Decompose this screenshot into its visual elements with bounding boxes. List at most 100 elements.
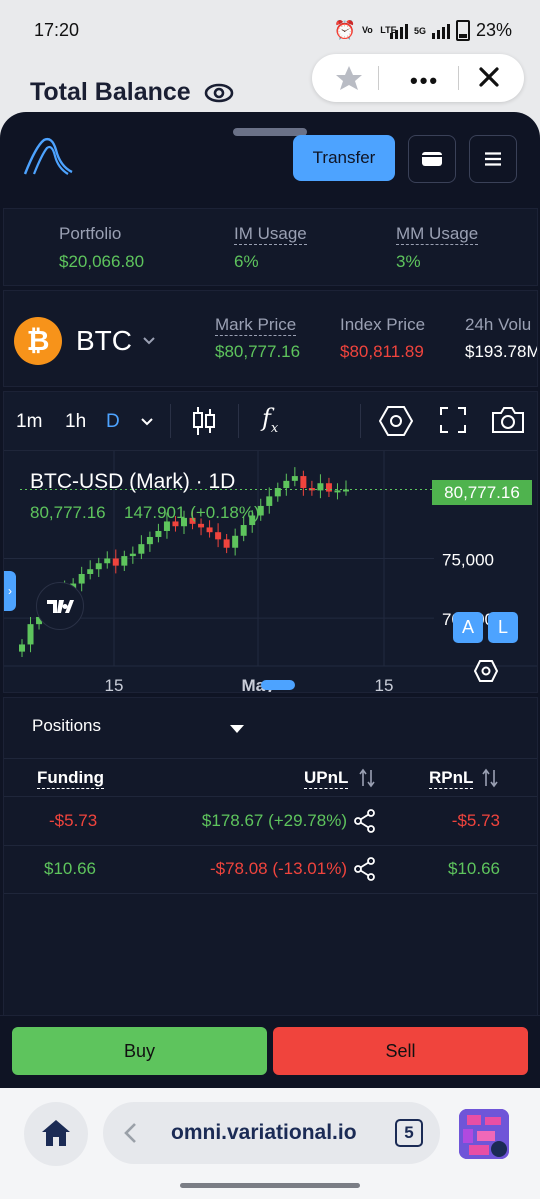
market-selector[interactable]: ₿ BTC (14, 317, 156, 365)
upnl-cell: -$78.08 (-13.01%) (209, 859, 347, 878)
sort-rpnl-icon[interactable] (482, 768, 498, 788)
sell-label: Sell (385, 1040, 416, 1061)
wallet-button[interactable] (408, 135, 456, 183)
status-bar: 17:20 ⏰ Vo LTE 5G 23% (0, 0, 540, 60)
battery-percent: 23% (475, 20, 512, 40)
candle-body (232, 535, 239, 548)
candle-body (19, 644, 25, 652)
status-icons: ⏰ Vo LTE 5G 23% (334, 20, 512, 41)
alarm-icon: ⏰ (333, 20, 356, 40)
candle-body (223, 539, 230, 548)
share-icon[interactable] (354, 857, 376, 881)
toolbar-divider-3 (360, 404, 361, 438)
scale-log-button[interactable]: L (488, 612, 518, 643)
network-5g-label: 5G (413, 25, 426, 36)
candle-body (27, 624, 34, 645)
last-price-tag: 80,777.16 (432, 480, 532, 505)
timeframe-chevron-icon[interactable] (140, 417, 154, 427)
x-tick-label: 15 (375, 676, 394, 692)
sell-button[interactable]: Sell (273, 1027, 528, 1075)
y-tick-label: 75,000 (442, 550, 494, 569)
profile-avatar[interactable] (459, 1109, 509, 1159)
header-funding[interactable]: Funding (37, 768, 105, 789)
volume-value: $193.78M (465, 342, 538, 361)
timeframe-1h[interactable]: 1h (65, 411, 86, 433)
positions-dropdown-label: Positions (32, 716, 101, 735)
settings-hexagon-icon[interactable] (379, 405, 413, 437)
table-row[interactable]: $10.66 -$78.08 (-13.01%) $10.66 (4, 846, 537, 894)
mark-price-value: $80,777.16 (215, 342, 301, 361)
buy-button[interactable]: Buy (12, 1027, 267, 1075)
btc-icon: ₿ (14, 317, 62, 365)
candle-body (104, 558, 111, 564)
index-price-label: Index Price (340, 315, 426, 334)
caret-down-icon (230, 725, 244, 733)
url-text[interactable]: omni.variational.io (171, 1121, 357, 1145)
menu-button[interactable] (469, 135, 517, 183)
signal-icon (389, 23, 408, 39)
candle-body (266, 496, 273, 506)
candle-body (300, 476, 307, 489)
pill-divider (378, 66, 379, 90)
transfer-label: Transfer (312, 148, 376, 167)
sidebar-toggle[interactable]: › (4, 571, 16, 611)
portfolio-value: $20,066.80 (59, 252, 145, 271)
account-summary: Portfolio $20,066.80 IM Usage 6% MM Usag… (3, 208, 538, 286)
total-balance-title: Total Balance (30, 78, 234, 107)
timeframe-d[interactable]: D (106, 411, 120, 433)
portfolio-label: Portfolio (59, 224, 122, 243)
star-icon[interactable] (334, 64, 364, 92)
mark-price-label[interactable]: Mark Price (215, 315, 297, 336)
toolbar-divider (170, 404, 171, 438)
status-time: 17:20 (34, 20, 80, 40)
rpnl-cell: -$5.73 (451, 811, 500, 830)
x-tick-label: 15 (105, 676, 124, 692)
wallet-icon (421, 150, 443, 168)
transfer-button[interactable]: Transfer (293, 135, 395, 181)
chevron-down-icon (142, 336, 156, 346)
url-bar[interactable]: omni.variational.io 5 (103, 1102, 440, 1164)
timeframe-1m[interactable]: 1m (16, 411, 42, 433)
app-logo[interactable] (22, 134, 76, 178)
battery-icon (455, 20, 470, 41)
tab-count[interactable]: 5 (395, 1119, 423, 1147)
funding-cell: $10.66 (44, 859, 96, 878)
back-icon[interactable] (123, 1122, 137, 1144)
tradingview-logo[interactable] (36, 582, 84, 630)
positions-dropdown[interactable]: Positions (32, 716, 252, 746)
eye-icon[interactable] (204, 82, 234, 104)
home-button[interactable] (24, 1102, 88, 1166)
header-rpnl[interactable]: RPnL (429, 768, 474, 789)
header-upnl[interactable]: UPnL (304, 768, 349, 789)
candle-body (129, 553, 136, 557)
indicators-icon[interactable]: fx (262, 404, 278, 436)
signal-icon-2 (431, 23, 450, 39)
index-price-value: $80,811.89 (340, 342, 424, 361)
chart-ohlc-price: 80,777.16 (30, 503, 106, 522)
candle-body (291, 476, 298, 481)
chart-title: BTC-USD (Mark) · 1D (30, 470, 236, 493)
camera-icon[interactable] (491, 406, 525, 434)
sort-upnl-icon[interactable] (359, 768, 375, 788)
fullscreen-icon[interactable] (440, 407, 466, 433)
browser-bottom-bar: omni.variational.io 5 (0, 1088, 540, 1199)
table-row[interactable]: -$5.73 $178.67 (+29.78%) -$5.73 (4, 797, 537, 846)
close-icon[interactable] (478, 66, 500, 88)
mm-usage-label[interactable]: MM Usage (396, 224, 479, 245)
candle-body (87, 569, 94, 574)
more-icon[interactable]: ••• (410, 68, 439, 94)
candle-body (215, 532, 222, 540)
scale-auto-button[interactable]: A (453, 612, 483, 643)
candle-body (121, 556, 128, 566)
im-usage-label[interactable]: IM Usage (234, 224, 307, 245)
share-icon[interactable] (354, 809, 376, 833)
candles-icon[interactable] (192, 405, 216, 437)
candle-body (138, 544, 145, 554)
time-scroll-handle[interactable] (261, 680, 295, 690)
market-symbol: BTC (76, 325, 132, 356)
drag-handle[interactable] (233, 128, 307, 136)
candle-body (206, 527, 213, 533)
chart-settings-icon[interactable] (474, 660, 498, 682)
chart-ohlc-change: 147.901 (+0.18%) (124, 503, 260, 522)
home-icon (40, 1118, 72, 1148)
